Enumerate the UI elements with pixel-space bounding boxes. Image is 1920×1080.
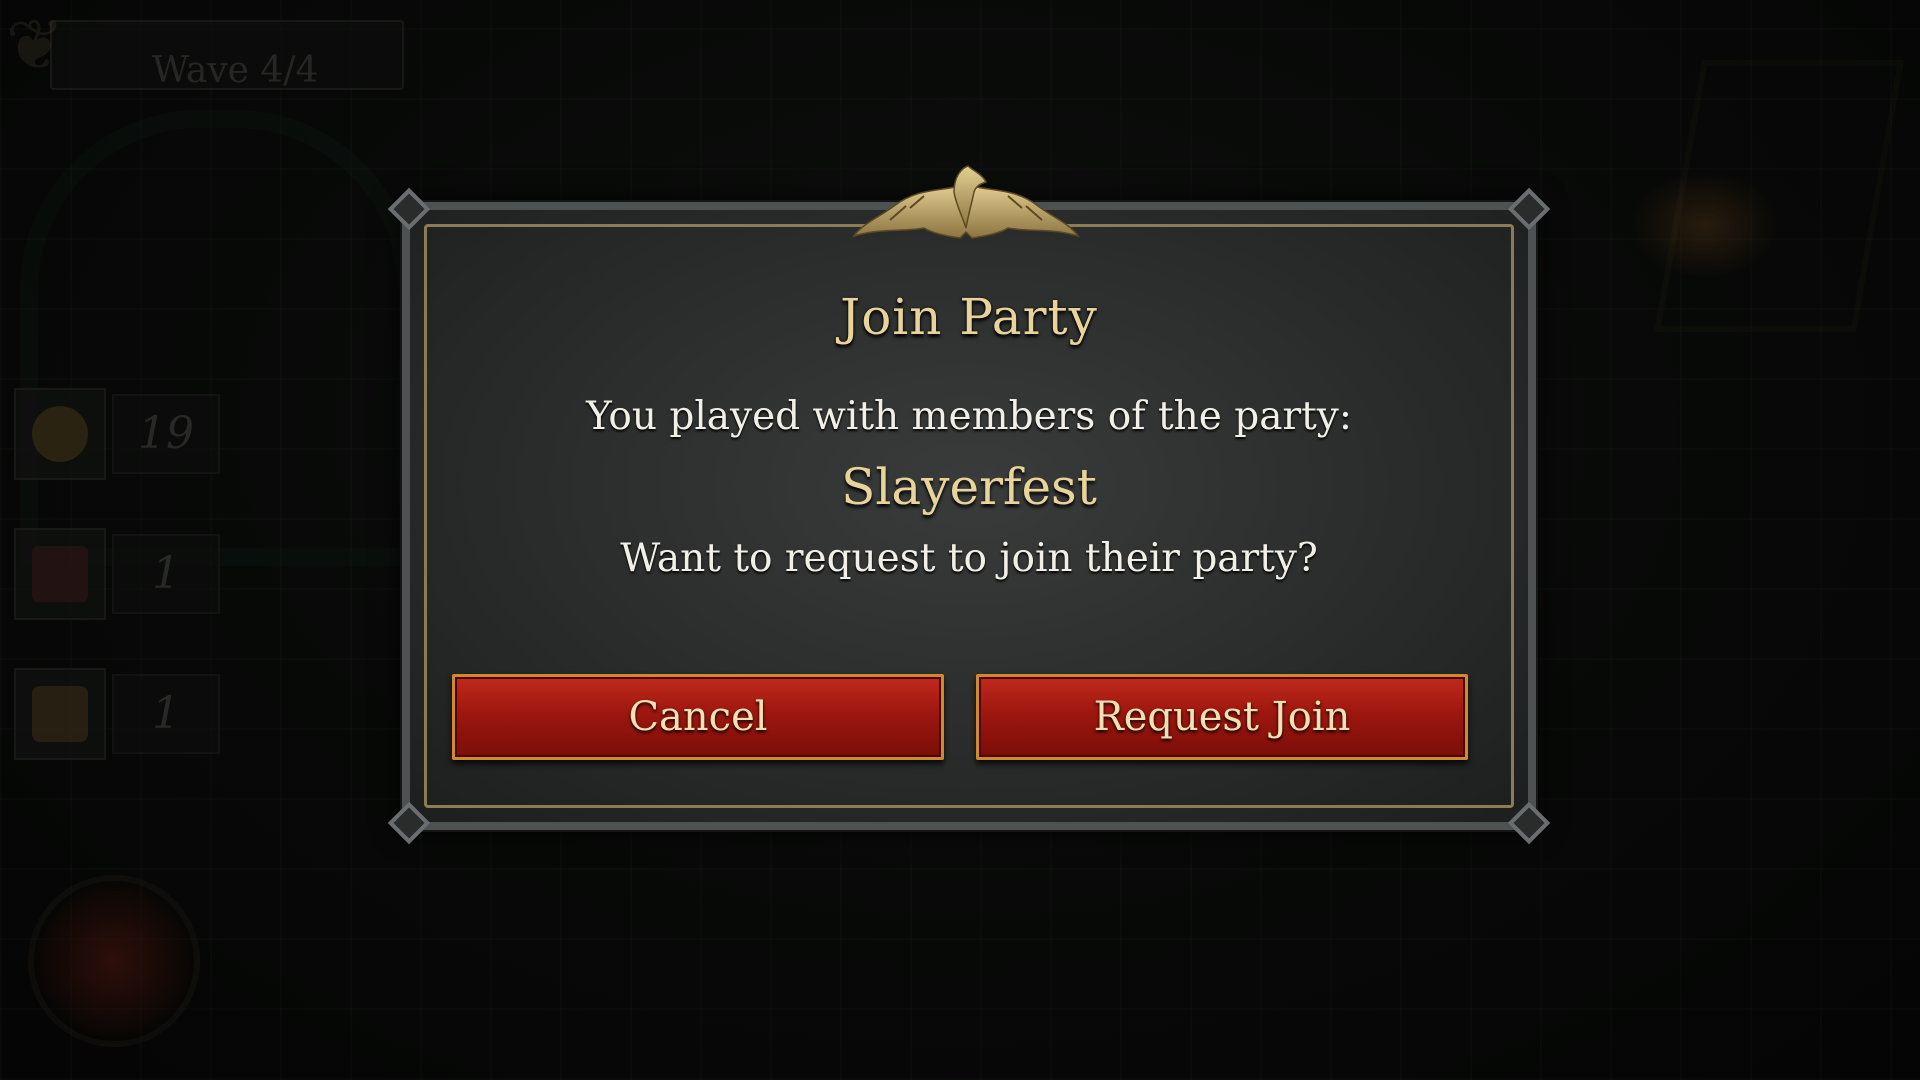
cancel-button[interactable]: Cancel [452,674,944,760]
dialog-message-line2: Want to request to join their party? [620,536,1318,581]
join-party-dialog: Join Party You played with members of th… [387,165,1551,845]
request-join-button[interactable]: Request Join [976,674,1468,760]
dialog-message-line1: You played with members of the party: [586,394,1352,439]
dragon-crest-icon [852,165,1080,239]
party-name: Slayerfest [841,458,1097,516]
dialog-title: Join Party [840,288,1098,346]
